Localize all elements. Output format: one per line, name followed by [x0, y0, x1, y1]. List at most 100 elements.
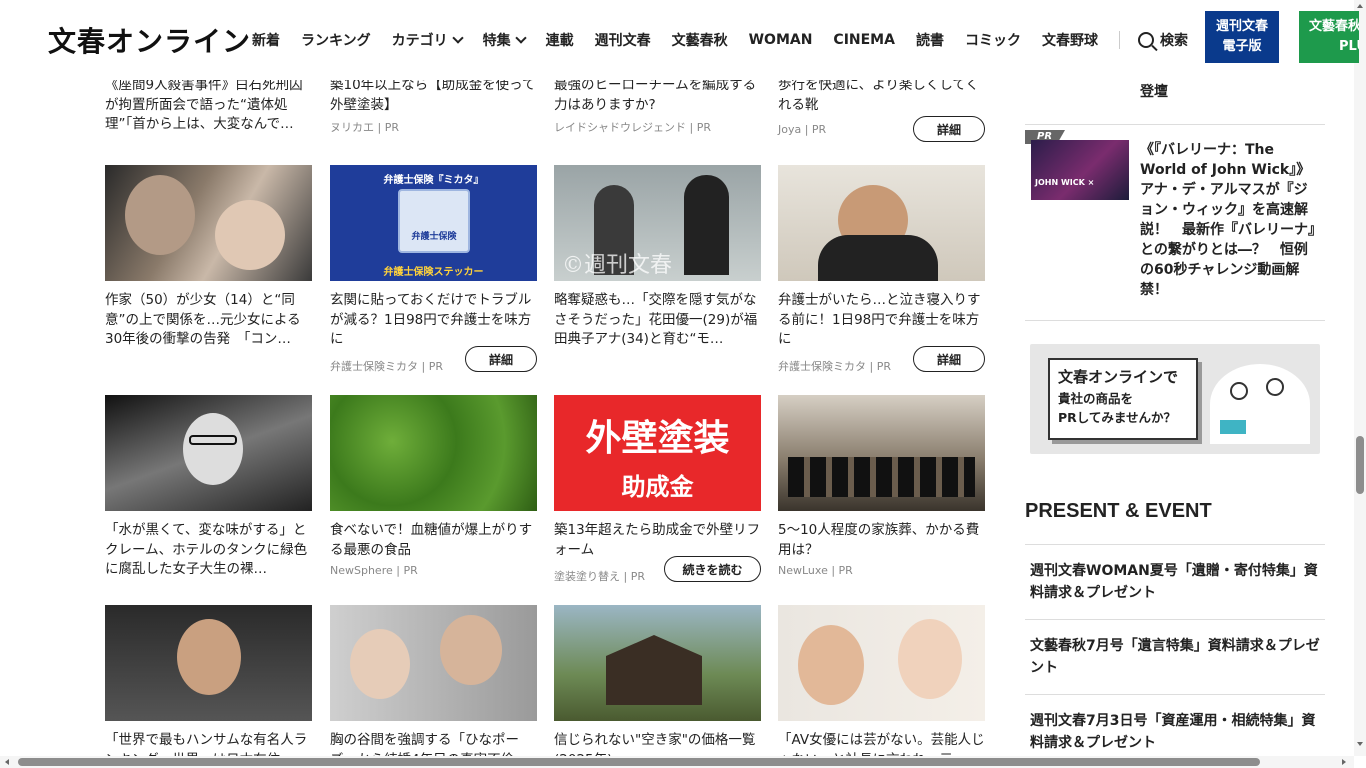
nav-comic[interactable]: コミック — [965, 30, 1021, 50]
article-card[interactable]: 作家（50）が少女（14）と“同意”の上で関係を…元少女による30年後の衝撃の告… — [105, 165, 312, 350]
nav-label: 特集 — [482, 33, 511, 49]
divider — [1025, 320, 1325, 321]
nav-serial[interactable]: 連載 — [546, 30, 574, 50]
article-card[interactable]: 「世界で最もハンサムな有名人ランキング」世界一は日本在住… — [105, 605, 312, 767]
nav-feature[interactable]: 特集 — [482, 30, 527, 50]
site-logo[interactable]: 文春オンライン — [48, 20, 251, 60]
details-button[interactable]: 詳細 — [465, 346, 537, 372]
person-icon — [1230, 382, 1248, 400]
nav-books[interactable]: 読書 — [916, 30, 944, 50]
horizontal-scrollbar[interactable] — [0, 756, 1354, 768]
plus-label-2: PLUS — [1339, 39, 1359, 54]
banner-text: 貴社の商品を — [1058, 391, 1134, 406]
card-thumbnail — [105, 605, 312, 721]
scroll-right-icon[interactable] — [1342, 759, 1346, 765]
article-card[interactable]: 《座間9人殺害事件》白石死刑囚が拘置所面会で語った“遺体処理”「首から上は、大変… — [105, 76, 312, 135]
thumb-figure — [440, 615, 502, 685]
article-card[interactable]: 弁護士がいたら…と泣き寝入りする前に！1日98円で弁護士を味方に 弁護士保険ミカ… — [778, 165, 985, 374]
article-card[interactable]: 外壁塗装 助成金 築13年超えたら助成金で外壁リフォーム 塗装塗り替え | PR… — [554, 395, 761, 584]
plus-button[interactable]: 文藝春秋 PLUS — [1299, 11, 1359, 63]
banner-card: 文春オンラインで 貴社の商品を PRしてみませんか？ — [1048, 358, 1198, 440]
search-button[interactable]: 検索 — [1137, 30, 1188, 50]
details-button[interactable]: 詳細 — [913, 116, 985, 142]
card-title: 《座間9人殺害事件》白石死刑囚が拘置所面会で語った“遺体処理”「首から上は、大変… — [105, 77, 303, 132]
nav-label: 文春野球 — [1041, 33, 1098, 49]
ad-banner[interactable]: 文春オンラインで 貴社の商品を PRしてみませんか？ — [1030, 344, 1320, 454]
scroll-up-icon[interactable] — [1357, 4, 1363, 8]
nav-label: CINEMA — [833, 32, 895, 48]
nav-label: 新着 — [252, 33, 280, 49]
card-thumbnail — [330, 605, 537, 721]
card-title: 玄関に貼っておくだけでトラブルが減る？1日98円で弁護士を味方に — [330, 292, 532, 347]
card-thumbnail — [330, 395, 537, 511]
thumb-figure — [818, 235, 938, 281]
nav-bungei-shunju[interactable]: 文藝春秋 — [672, 30, 728, 50]
thumb-figure — [183, 413, 243, 485]
article-card[interactable]: 「AV女優には芸がない。芸能人じゃない」と社長に言われ…元… — [778, 605, 985, 767]
thumb-figure — [798, 625, 864, 705]
site-header: 文春オンライン 新着 ランキング カテゴリ 特集 連載 週刊文春 文藝春秋 WO… — [0, 0, 1359, 80]
scroll-down-icon[interactable] — [1357, 742, 1363, 746]
article-card[interactable]: 食べないで！血糖値が爆上がりする最悪の食品 NewSphere | PR — [330, 395, 537, 577]
card-title: 作家（50）が少女（14）と“同意”の上で関係を…元少女による30年後の衝撃の告… — [105, 292, 301, 347]
ebook-label-2: 電子版 — [1222, 39, 1262, 54]
card-title: 歩行を快適に、より楽しくしてくれる靴 — [778, 77, 980, 113]
details-button[interactable]: 詳細 — [913, 346, 985, 372]
event-link[interactable]: 週刊文春WOMAN夏号「遺贈・寄付特集」資料請求＆プレゼント — [1030, 560, 1320, 604]
nav-woman[interactable]: WOMAN — [749, 32, 813, 48]
search-label: 検索 — [1159, 33, 1188, 49]
article-card[interactable]: 弁護士保険『ミカタ』 弁護士保険 弁護士保険ステッカー 玄関に貼っておくだけでト… — [330, 165, 537, 374]
ebook-button[interactable]: 週刊文春 電子版 — [1205, 11, 1279, 63]
card-thumbnail: ©週刊文春 — [554, 165, 761, 281]
card-title: 「水が黒くて、変な味がする」とクレーム、ホテルのタンクに緑色に腐乱した女子大生の… — [105, 522, 308, 577]
thumb-figure — [898, 619, 962, 699]
pr-thumbnail[interactable]: JOHN WICK × — [1031, 140, 1129, 200]
read-more-button[interactable]: 続きを読む — [664, 556, 761, 582]
thumb-text: 助成金 — [621, 473, 694, 501]
scroll-left-icon[interactable] — [5, 759, 9, 765]
article-card[interactable]: 「水が黒くて、変な味がする」とクレーム、ホテルのタンクに緑色に腐乱した女子大生の… — [105, 395, 312, 580]
pr-article-title[interactable]: 《『バレリーナ：The World of John Wick』》アナ・デ・アルマ… — [1140, 140, 1315, 300]
card-thumbnail — [778, 395, 985, 511]
glasses-icon — [189, 435, 237, 445]
card-title: 築13年超えたら助成金で外壁リフォーム — [554, 522, 761, 558]
thumb-figure — [788, 457, 975, 497]
card-title: 最強のヒーローチームを編成する力はありますか? — [554, 77, 757, 113]
ebook-label-1: 週刊文春 — [1215, 19, 1268, 34]
card-title: 5〜10人程度の家族葬、かかる費用は？ — [778, 522, 980, 558]
nav-label: 連載 — [545, 33, 574, 49]
article-card[interactable]: 築10年以上なら【助成金を使って外壁塗装】 ヌリカエ | PR — [330, 76, 537, 135]
article-card[interactable]: ©週刊文春 略奪疑惑も…「交際を隠す気がなさそうだった」花田優一(29)が福田典… — [554, 165, 761, 350]
scrollbar-thumb[interactable] — [18, 758, 1260, 766]
article-card[interactable]: 最強のヒーローチームを編成する力はありますか? レイドシャドウレジェンド | P… — [554, 76, 761, 135]
thumb-figure — [177, 619, 241, 695]
nav-shukan-bunshun[interactable]: 週刊文春 — [595, 30, 651, 50]
nav-ranking[interactable]: ランキング — [301, 30, 371, 50]
nav-label: カテゴリ — [391, 33, 448, 49]
vertical-scrollbar[interactable] — [1354, 0, 1366, 756]
thumb-figure — [125, 175, 195, 255]
sidebar: ベーション推進部長 内山氏登壇 PR JOHN WICK × 《『バレリーナ：T… — [1025, 0, 1325, 768]
nav-label: コミック — [964, 33, 1021, 49]
article-card[interactable]: 胸の谷間を強調する「ひなポーズ」から結婚4年目の真実不倫… — [330, 605, 537, 767]
scrollbar-thumb[interactable] — [1356, 436, 1364, 494]
nav-baseball[interactable]: 文春野球 — [1042, 30, 1098, 50]
main-nav: 新着 ランキング カテゴリ 特集 連載 週刊文春 文藝春秋 WOMAN CINE… — [252, 30, 1188, 50]
card-thumbnail — [778, 605, 985, 721]
divider — [1025, 694, 1325, 695]
banner-text: 文春オンラインで — [1058, 368, 1179, 386]
article-card[interactable]: 信じられない"空き家"の価格一覧(2025年) — [554, 605, 761, 767]
nav-new[interactable]: 新着 — [252, 30, 280, 50]
nav-category[interactable]: カテゴリ — [391, 30, 464, 50]
nav-label: 週刊文春 — [594, 33, 651, 49]
event-link[interactable]: 文藝春秋7月号「遺言特集」資料請求＆プレゼント — [1030, 635, 1320, 679]
card-thumbnail — [105, 165, 312, 281]
article-card[interactable]: 5〜10人程度の家族葬、かかる費用は？ NewLuxe | PR — [778, 395, 985, 577]
card-thumbnail: 外壁塗装 助成金 — [554, 395, 761, 511]
person-icon — [1266, 378, 1284, 396]
event-link[interactable]: 週刊文春7月3日号「資産運用・相続特集」資料請求＆プレゼント — [1030, 710, 1320, 754]
nav-cinema[interactable]: CINEMA — [833, 32, 895, 48]
card-thumbnail — [105, 395, 312, 511]
article-card[interactable]: 歩行を快適に、より楽しくしてくれる靴 Joya | PR 詳細 — [778, 76, 985, 142]
article-grid: 《座間9人殺害事件》白石死刑囚が拘置所面会で語った“遺体処理”「首から上は、大変… — [105, 0, 985, 768]
